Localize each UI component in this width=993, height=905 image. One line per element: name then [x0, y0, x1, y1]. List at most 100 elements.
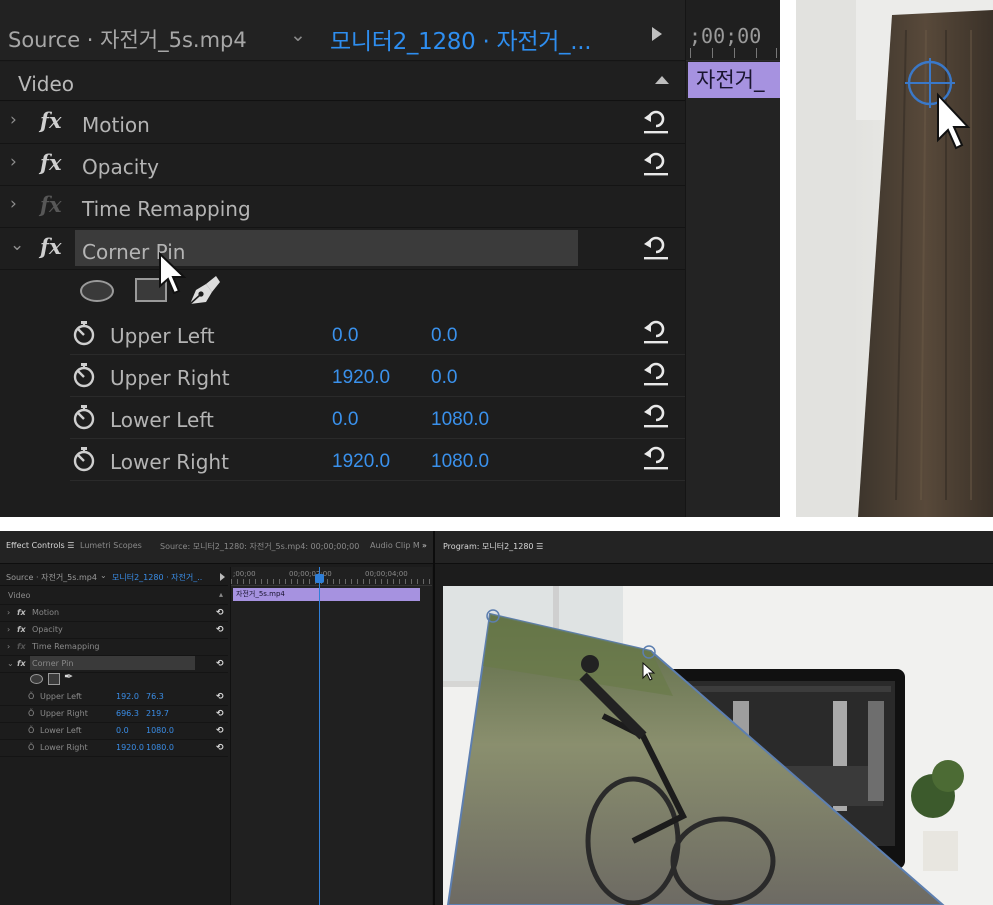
effect-controls-header: Source · 자전거_5s.mp4 ⌄ 모니터2_1280 · 자전거_.. — [0, 569, 228, 586]
reset-icon[interactable]: ⟲ — [216, 726, 224, 736]
reset-icon[interactable] — [642, 401, 670, 433]
param-x-value[interactable]: 0.0 — [332, 325, 358, 347]
source-clip-label[interactable]: Source · 자전거_5s.mp4 — [6, 572, 100, 583]
reset-icon[interactable]: ⟲ — [216, 659, 224, 669]
pen-mask-icon[interactable]: ✒ — [64, 670, 73, 683]
param-name: Upper Left — [40, 692, 82, 701]
stopwatch-icon[interactable] — [72, 362, 96, 394]
param-x-value[interactable]: 0.0 — [116, 726, 129, 735]
fx-icon: fx — [40, 192, 62, 217]
fx-icon[interactable]: fx — [17, 659, 26, 668]
rectangle-mask-icon[interactable] — [48, 673, 60, 685]
stopwatch-icon[interactable]: Ŏ — [28, 692, 34, 701]
timecode: ;00;00 — [689, 24, 762, 48]
timeline-clip[interactable]: 자전거_ — [688, 62, 780, 98]
param-name: Upper Right — [40, 709, 88, 718]
chevron-down-icon[interactable]: ⌄ — [290, 24, 306, 46]
sequence-clip-label[interactable]: 모니터2_1280 · 자전거_... — [330, 22, 592, 56]
source-clip-label[interactable]: Source · 자전거_5s.mp4 — [8, 24, 247, 54]
effect-row-corner-pin[interactable]: ⌄ fx Corner Pin ⟲ — [0, 655, 228, 673]
reset-icon[interactable] — [642, 359, 670, 391]
chevron-down-icon[interactable]: ⌄ — [10, 235, 24, 255]
reset-icon[interactable] — [642, 317, 670, 349]
param-y-value[interactable]: 1080.0 — [146, 726, 174, 735]
program-video-frame[interactable] — [443, 586, 993, 905]
reset-icon[interactable]: ⟲ — [216, 743, 224, 753]
param-x-value[interactable]: 696.3 — [116, 709, 139, 718]
param-y-value[interactable]: 0.0 — [431, 367, 457, 389]
tab-source[interactable]: Source: 모니터2_1280: 자전거_5s.mp4: 00;00;00;… — [160, 541, 359, 552]
mouse-cursor-icon — [158, 251, 188, 300]
effect-row-opacity[interactable]: › fx Opacity ⟲ — [0, 621, 228, 639]
play-icon[interactable] — [652, 27, 662, 41]
mini-timeline[interactable]: ;00;00 00;00;02;00 00;00;04;00 자전거_5s.mp… — [230, 567, 432, 905]
reset-icon[interactable] — [642, 443, 670, 475]
playhead-handle[interactable] — [315, 574, 324, 583]
reset-icon[interactable] — [642, 107, 670, 139]
timeline-clip[interactable]: 자전거_5s.mp4 — [233, 588, 420, 601]
param-name: Lower Right — [110, 450, 229, 474]
param-y-value[interactable]: 219.7 — [146, 709, 169, 718]
chevron-right-icon[interactable]: › — [10, 110, 17, 130]
tab-effect-controls[interactable]: Effect Controls ☰ — [6, 541, 74, 550]
chevron-right-icon[interactable]: › — [10, 194, 17, 214]
effect-row-time-remapping[interactable]: › fx Time Remapping — [0, 186, 685, 228]
effect-row-motion[interactable]: › fx Motion — [0, 102, 685, 144]
effect-row-opacity[interactable]: › fx Opacity — [0, 144, 685, 186]
effect-name: Motion — [32, 608, 60, 617]
chevron-right-icon[interactable]: › — [10, 152, 17, 172]
fx-icon[interactable]: fx — [17, 608, 26, 617]
param-y-value[interactable]: 1080.0 — [431, 451, 489, 473]
sequence-clip-label[interactable]: 모니터2_1280 · 자전거_.. — [112, 572, 202, 583]
param-y-value[interactable]: 1080.0 — [431, 409, 489, 431]
corner-pin-selected-highlight[interactable]: Corner Pin — [75, 230, 578, 266]
param-y-value[interactable]: 76.3 — [146, 692, 164, 701]
timecode: 00;00;04;00 — [365, 570, 408, 578]
reset-icon[interactable]: ⟲ — [216, 608, 224, 618]
reset-icon[interactable] — [642, 233, 670, 265]
ellipse-mask-icon[interactable] — [80, 280, 114, 302]
param-name: Lower Left — [110, 408, 214, 432]
chevron-down-icon[interactable]: ⌄ — [100, 571, 107, 580]
param-x-value[interactable]: 0.0 — [332, 409, 358, 431]
fx-icon[interactable]: fx — [17, 625, 26, 634]
stopwatch-icon[interactable] — [72, 404, 96, 436]
param-x-value[interactable]: 1920.0 — [116, 743, 144, 752]
param-x-value[interactable]: 1920.0 — [332, 367, 390, 389]
reset-icon[interactable] — [642, 149, 670, 181]
playhead-line[interactable] — [319, 567, 320, 905]
effect-row-time-remapping[interactable]: › fx Time Remapping — [0, 638, 228, 656]
param-y-value[interactable]: 1080.0 — [146, 743, 174, 752]
stopwatch-icon[interactable] — [72, 446, 96, 478]
param-x-value[interactable]: 192.0 — [116, 692, 139, 701]
param-y-value[interactable]: 0.0 — [431, 325, 457, 347]
mini-timeline[interactable]: ;00;00 자전거_ — [685, 0, 780, 517]
reset-icon[interactable]: ⟲ — [216, 625, 224, 635]
play-icon[interactable] — [220, 573, 225, 581]
reset-icon[interactable]: ⟲ — [216, 709, 224, 719]
fx-icon[interactable]: fx — [40, 108, 62, 133]
program-monitor-panel: Program: 모니터2_1280 ☰ — [435, 531, 993, 905]
reset-icon[interactable]: ⟲ — [216, 692, 224, 702]
effect-row-motion[interactable]: › fx Motion ⟲ — [0, 604, 228, 622]
collapse-up-icon[interactable]: ▴ — [219, 590, 223, 599]
timeline-ruler[interactable]: ;00;00 — [686, 0, 780, 61]
param-name: Upper Right — [110, 366, 230, 390]
param-row-lower-right: Lower Right 1920.0 1080.0 — [70, 439, 685, 481]
stopwatch-icon[interactable]: Ŏ — [28, 743, 34, 752]
timeline-ruler[interactable]: ;00;00 00;00;02;00 00;00;04;00 — [231, 567, 432, 586]
tab-lumetri-scopes[interactable]: Lumetri Scopes — [80, 541, 142, 550]
param-x-value[interactable]: 1920.0 — [332, 451, 390, 473]
fx-icon[interactable]: fx — [40, 234, 62, 259]
ellipse-mask-icon[interactable] — [30, 674, 43, 684]
stopwatch-icon[interactable]: Ŏ — [28, 709, 34, 718]
pen-mask-icon[interactable] — [186, 274, 222, 312]
collapse-up-icon[interactable] — [655, 76, 669, 84]
stopwatch-icon[interactable] — [72, 320, 96, 352]
panel-overflow-icon[interactable]: » — [422, 541, 427, 550]
param-row-upper-right: Upper Right 1920.0 0.0 — [70, 355, 685, 397]
stopwatch-icon[interactable]: Ŏ — [28, 726, 34, 735]
tab-program[interactable]: Program: 모니터2_1280 ☰ — [443, 541, 543, 552]
tab-audio-clip-mixer[interactable]: Audio Clip Mix — [370, 541, 420, 550]
fx-icon[interactable]: fx — [40, 150, 62, 175]
